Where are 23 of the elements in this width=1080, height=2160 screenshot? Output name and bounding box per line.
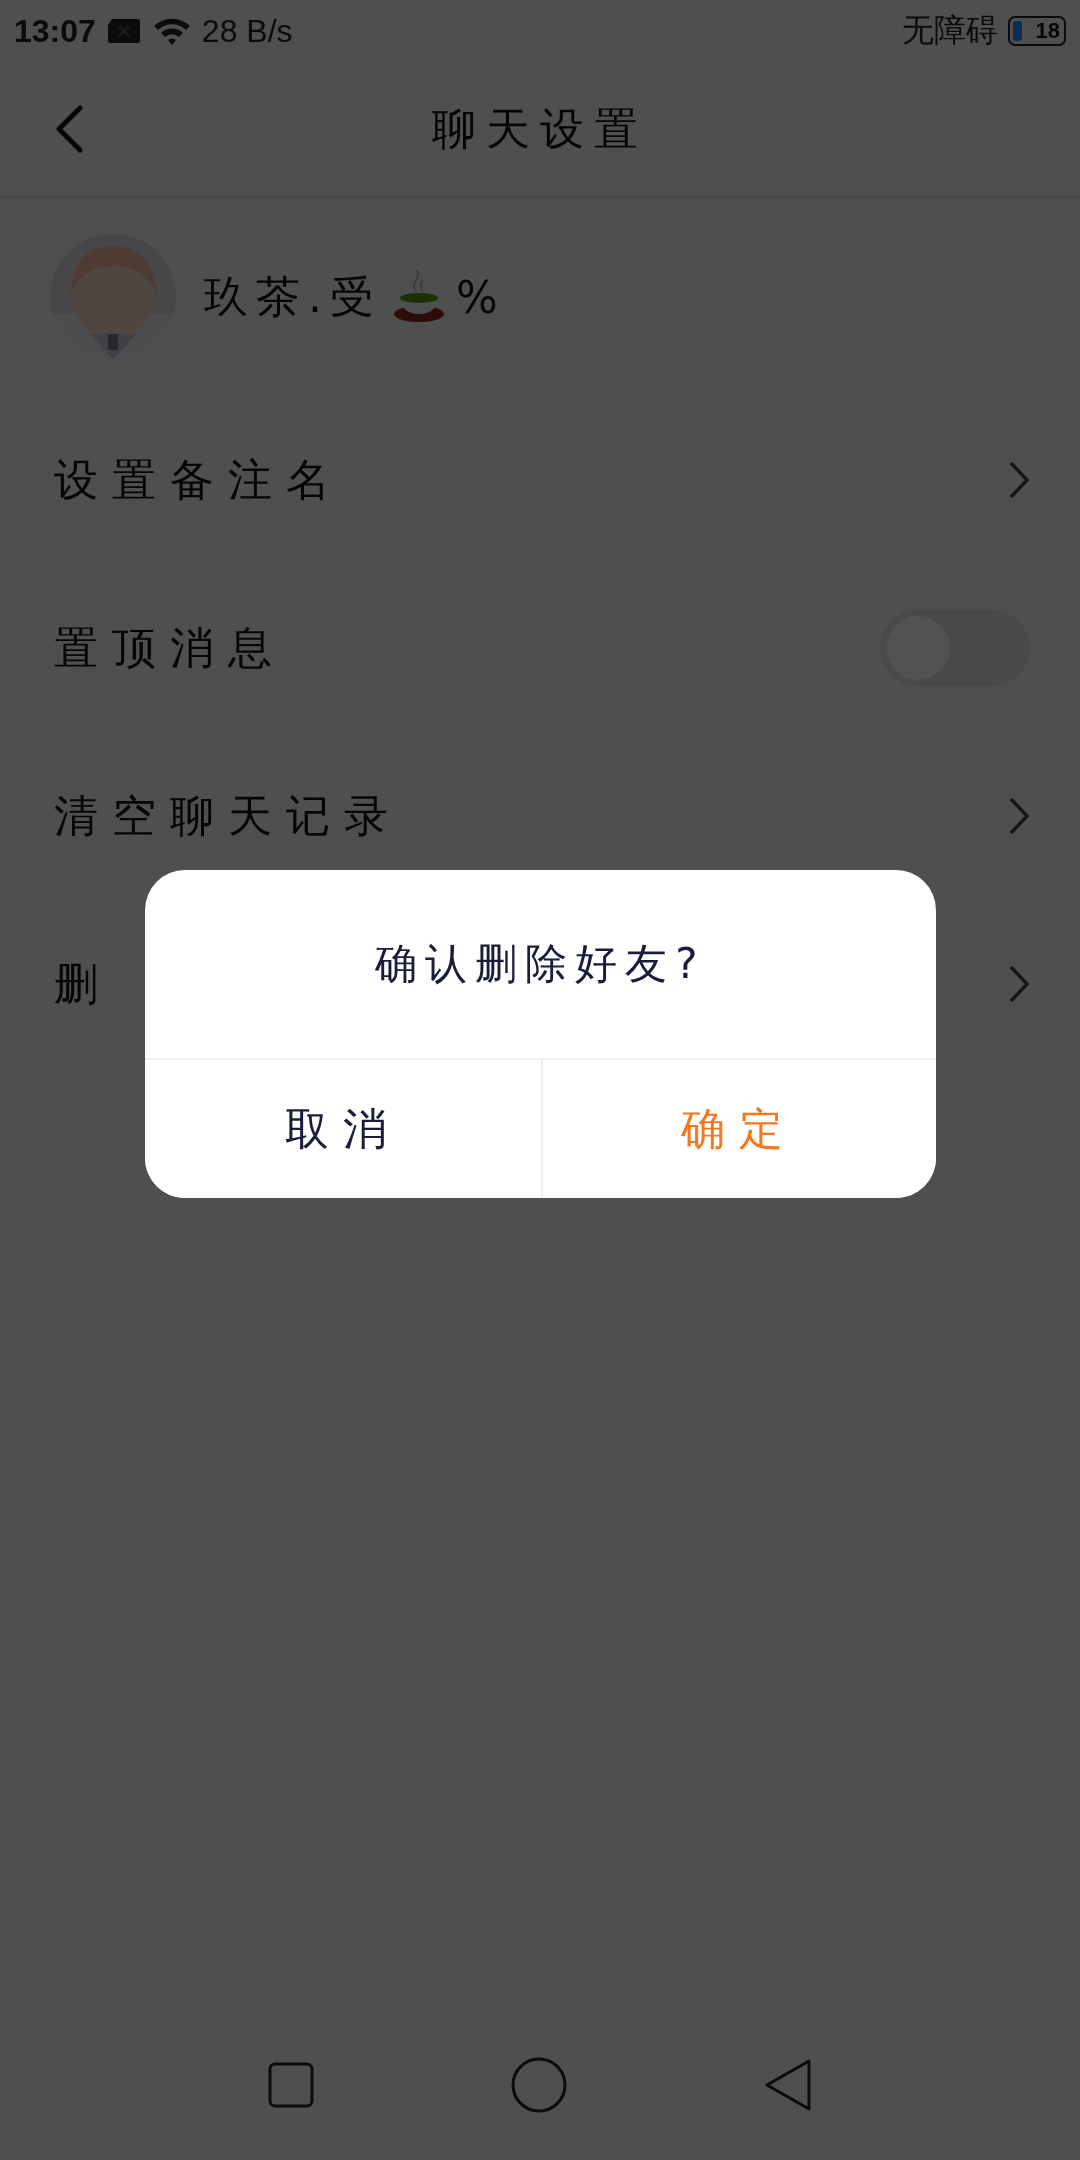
dialog-message: 确认删除好友? — [375, 938, 706, 990]
setting-label[interactable]: 删 — [54, 954, 112, 1014]
page-title: 聊天设置 — [432, 101, 648, 156]
clock-time: 13:07 — [14, 12, 96, 50]
no-sim-icon — [105, 17, 142, 45]
chevron-icon[interactable] — [1008, 796, 1030, 836]
home-icon[interactable] — [511, 2057, 567, 2113]
recent-apps-icon[interactable] — [268, 2062, 315, 2108]
setting-label[interactable]: 设置备注名 — [54, 450, 344, 510]
back-nav-icon[interactable] — [763, 2058, 812, 2112]
tea-cup-icon — [392, 270, 446, 324]
network-speed: 28 B/s — [201, 12, 293, 50]
battery-percent: 18 — [1035, 18, 1060, 44]
setting-label[interactable]: 置顶消息 — [54, 618, 286, 678]
setting-label[interactable]: 清空聊天记录 — [54, 786, 402, 846]
battery-charge-icon — [1013, 21, 1022, 41]
accessibility-label: 无障碍 — [902, 11, 998, 50]
contact-name: 玖茶.受 — [204, 269, 382, 324]
name-suffix: % — [456, 271, 506, 323]
chevron-icon[interactable] — [1008, 460, 1030, 500]
confirm-button[interactable]: 确定 — [540, 1060, 936, 1198]
back-icon[interactable] — [54, 105, 84, 153]
chevron-icon[interactable] — [1008, 964, 1030, 1004]
